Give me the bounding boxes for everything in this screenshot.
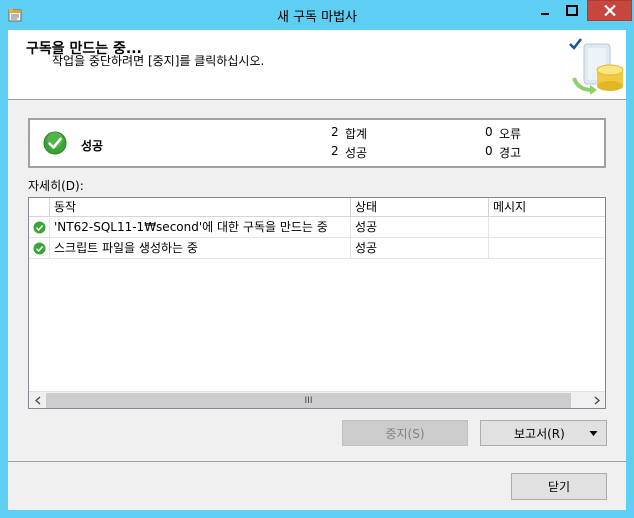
column-header-status[interactable]: 상태 <box>351 198 489 217</box>
wizard-header: 구독을 만드는 중... 작업을 중단하려면 [중지]를 클릭하십시오. <box>8 30 626 100</box>
wizard-window: 새 구독 마법사 구독을 만드는 중... 작업을 중단하려면 [중지]를 클릭… <box>0 0 634 518</box>
title-bar[interactable]: 새 구독 마법사 <box>0 0 634 30</box>
column-header-icon <box>29 198 50 217</box>
error-label: 오류 <box>499 127 522 141</box>
details-label: 자세히(D): <box>28 179 84 193</box>
scroll-left-button[interactable] <box>29 392 46 408</box>
report-button-label: 보고서(R) <box>514 426 565 441</box>
horizontal-scrollbar[interactable]: III <box>29 391 605 408</box>
success-label: 성공 <box>345 146 368 160</box>
total-label: 합계 <box>345 127 368 141</box>
row-status: 성공 <box>351 238 489 259</box>
dialog-client-area: 구독을 만드는 중... 작업을 중단하려면 [중지]를 클릭하십시오. 성공 <box>8 30 626 510</box>
scroll-right-button[interactable] <box>588 392 605 408</box>
database-wizard-graphic <box>569 38 624 95</box>
page-subtitle: 작업을 중단하려면 [중지]를 클릭하십시오. <box>52 54 265 68</box>
chevron-right-icon <box>594 396 600 405</box>
chevron-left-icon <box>34 396 40 405</box>
stop-button[interactable]: 중지(S) <box>342 420 468 446</box>
close-button[interactable] <box>587 0 632 21</box>
overall-status: 성공 <box>81 139 104 153</box>
scroll-thumb-grip: III <box>304 395 313 406</box>
close-icon <box>603 5 616 16</box>
close-dialog-button[interactable]: 닫기 <box>511 473 607 500</box>
details-grid[interactable]: 동작 상태 메시지 'NT62-SQL11-1₩second'에 대한 구독을 … <box>28 197 606 409</box>
success-icon <box>43 131 67 155</box>
scroll-thumb[interactable]: III <box>46 393 571 408</box>
grid-header: 동작 상태 메시지 <box>29 198 605 217</box>
success-icon <box>33 221 46 234</box>
row-action: 'NT62-SQL11-1₩second'에 대한 구독을 만드는 중 <box>50 217 351 238</box>
minimize-button[interactable] <box>531 0 558 21</box>
error-count: 0 <box>485 125 493 139</box>
maximize-icon <box>565 5 578 16</box>
table-row[interactable]: 'NT62-SQL11-1₩second'에 대한 구독을 만드는 중 성공 <box>29 217 605 238</box>
row-status-icon-cell <box>29 217 50 238</box>
success-icon <box>33 242 46 255</box>
total-count: 2 <box>331 125 339 139</box>
warning-label: 경고 <box>499 146 522 160</box>
row-message <box>489 217 605 238</box>
minimize-icon <box>540 12 549 15</box>
row-status: 성공 <box>351 217 489 238</box>
column-header-message[interactable]: 메시지 <box>489 198 605 217</box>
row-action: 스크립트 파일을 생성하는 중 <box>50 238 351 259</box>
column-header-action[interactable]: 동작 <box>50 198 351 217</box>
row-status-icon-cell <box>29 238 50 259</box>
summary-panel: 성공 2 합계 2 성공 0 오류 0 경고 <box>28 118 606 168</box>
footer-divider <box>8 461 626 462</box>
row-message <box>489 238 605 259</box>
warning-count: 0 <box>485 144 493 158</box>
table-row[interactable]: 스크립트 파일을 생성하는 중 성공 <box>29 238 605 259</box>
report-dropdown-button[interactable]: 보고서(R) <box>480 420 607 446</box>
success-count: 2 <box>331 144 339 158</box>
chevron-down-icon <box>589 431 598 436</box>
maximize-button[interactable] <box>558 0 585 21</box>
